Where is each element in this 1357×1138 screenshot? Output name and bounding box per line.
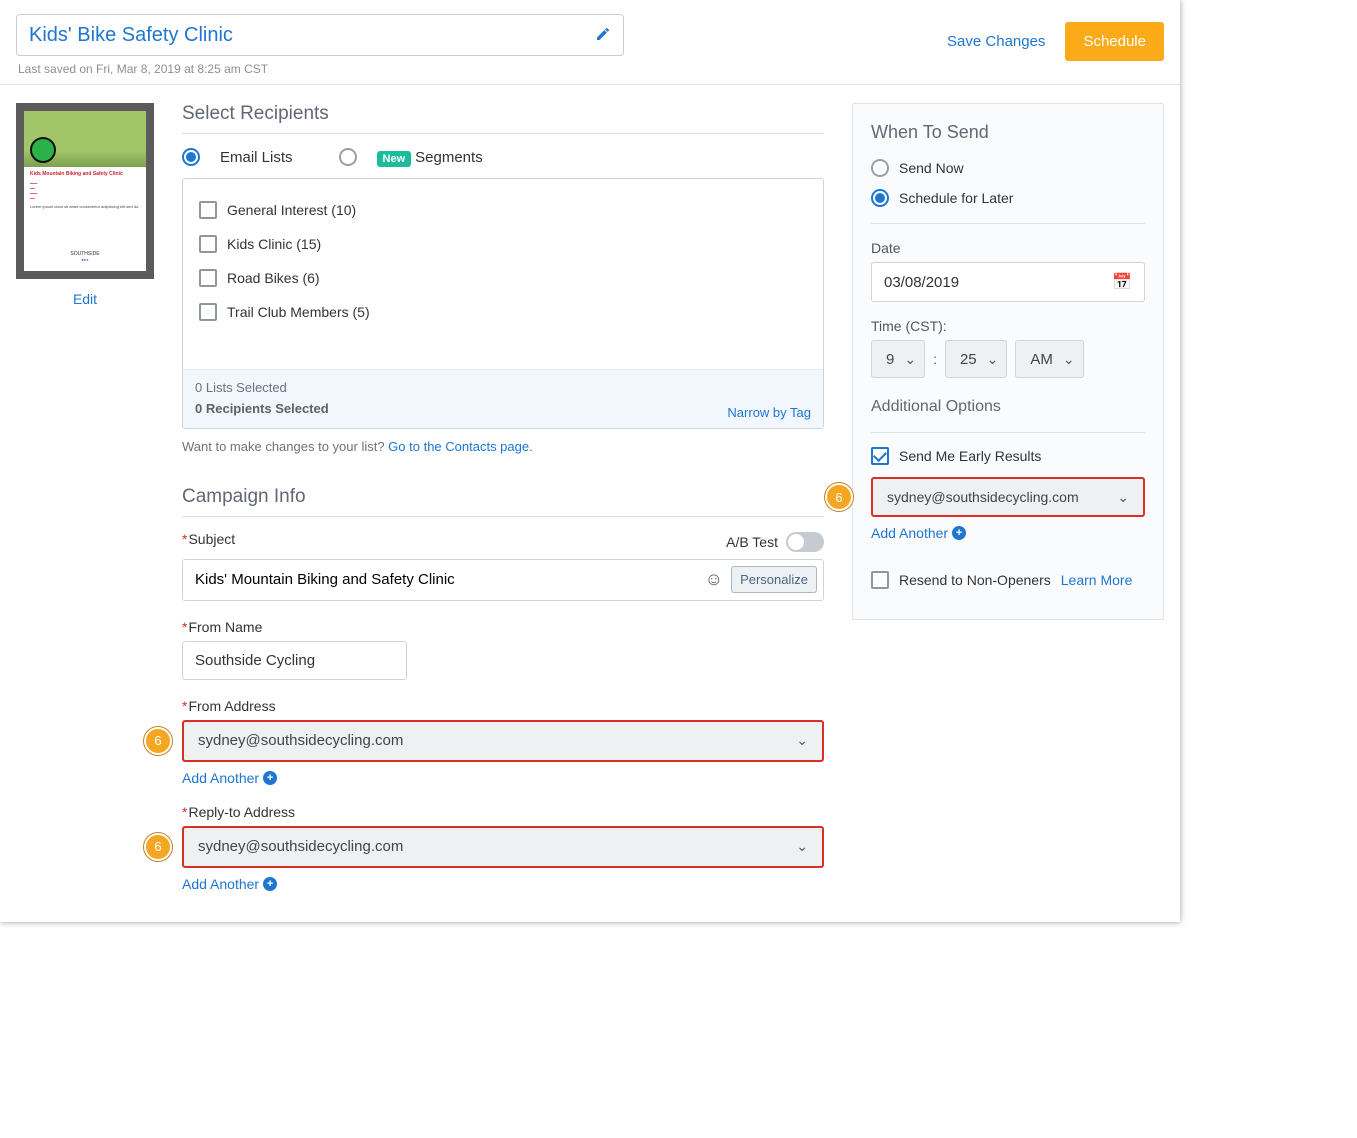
- calendar-icon: 📅: [1112, 272, 1132, 292]
- reply-to-select[interactable]: sydney@southsidecycling.com ⌄: [182, 826, 824, 868]
- chevron-down-icon: ⌄: [904, 351, 916, 368]
- time-label: Time (CST):: [871, 318, 1145, 334]
- send-now-label: Send Now: [899, 160, 964, 176]
- plus-circle-icon: +: [263, 877, 277, 891]
- campaign-info-heading: Campaign Info: [182, 486, 824, 517]
- list-checkbox[interactable]: [199, 269, 217, 287]
- personalize-button[interactable]: Personalize: [731, 566, 817, 593]
- early-results-email-select[interactable]: sydney@southsidecycling.com ⌄: [871, 477, 1145, 517]
- email-lists-box: General Interest (10) Kids Clinic (15) R…: [182, 178, 824, 429]
- early-results-label: Send Me Early Results: [899, 448, 1041, 464]
- additional-options-heading: Additional Options: [871, 398, 1145, 416]
- callout-badge-6: 6: [825, 483, 853, 511]
- list-checkbox[interactable]: [199, 201, 217, 219]
- when-to-send-heading: When To Send: [871, 122, 1145, 143]
- schedule-later-radio[interactable]: [871, 189, 889, 207]
- list-checkbox[interactable]: [199, 303, 217, 321]
- last-saved-text: Last saved on Fri, Mar 8, 2019 at 8:25 a…: [18, 62, 624, 76]
- thumbnail-hero-image: [24, 111, 146, 167]
- schedule-later-label: Schedule for Later: [899, 190, 1013, 206]
- chevron-down-icon: ⌄: [796, 838, 808, 855]
- ab-test-label: A/B Test: [726, 534, 778, 550]
- from-name-input[interactable]: [182, 641, 407, 680]
- learn-more-link[interactable]: Learn More: [1061, 572, 1133, 588]
- chevron-down-icon: ⌄: [1117, 489, 1129, 506]
- contacts-page-link[interactable]: Go to the Contacts page.: [388, 439, 533, 454]
- save-changes-link[interactable]: Save Changes: [947, 33, 1045, 50]
- hour-select[interactable]: 9 ⌄: [871, 340, 925, 378]
- campaign-title: Kids' Bike Safety Clinic: [29, 24, 233, 47]
- subject-input-wrap: ☺ Personalize: [182, 559, 824, 601]
- email-thumbnail[interactable]: Kids Mountain Biking and Safety Clinic ━…: [16, 103, 154, 279]
- from-address-label: From Address: [182, 698, 824, 714]
- list-checkbox[interactable]: [199, 235, 217, 253]
- chevron-down-icon: ⌄: [987, 351, 999, 368]
- add-another-reply-to[interactable]: Add Another +: [182, 876, 824, 892]
- emoji-icon[interactable]: ☺: [705, 569, 723, 590]
- resend-non-openers-checkbox[interactable]: [871, 571, 889, 589]
- minute-select[interactable]: 25 ⌄: [945, 340, 1007, 378]
- subject-input[interactable]: [195, 571, 697, 588]
- list-item[interactable]: General Interest (10): [193, 193, 813, 227]
- callout-badge-6: 6: [144, 833, 172, 861]
- reply-to-label: Reply-to Address: [182, 804, 824, 820]
- add-another-from-address[interactable]: Add Another +: [182, 770, 824, 786]
- when-to-send-panel: When To Send Send Now Schedule for Later…: [852, 103, 1164, 620]
- edit-link[interactable]: Edit: [16, 291, 154, 307]
- ab-test-toggle[interactable]: [786, 532, 824, 552]
- select-recipients-heading: Select Recipients: [182, 103, 824, 134]
- pencil-icon[interactable]: [595, 26, 611, 45]
- resend-non-openers-label: Resend to Non-Openers: [899, 572, 1051, 588]
- recipients-selected-text: 0 Recipients Selected: [195, 399, 329, 420]
- plus-circle-icon: +: [263, 771, 277, 785]
- segments-label: NewSegments: [377, 149, 483, 166]
- early-results-checkbox[interactable]: [871, 447, 889, 465]
- from-address-select[interactable]: sydney@southsidecycling.com ⌄: [182, 720, 824, 762]
- campaign-title-box[interactable]: Kids' Bike Safety Clinic: [16, 14, 624, 56]
- email-lists-radio[interactable]: [182, 148, 200, 166]
- callout-badge-6: 6: [144, 727, 172, 755]
- plus-circle-icon: +: [952, 526, 966, 540]
- add-another-early-results[interactable]: Add Another +: [871, 525, 1145, 541]
- chevron-down-icon: ⌄: [1063, 351, 1075, 368]
- schedule-button[interactable]: Schedule: [1065, 22, 1164, 61]
- lists-selected-text: 0 Lists Selected: [195, 378, 329, 399]
- from-name-label: From Name: [182, 619, 824, 635]
- email-lists-label: Email Lists: [220, 149, 293, 166]
- chevron-down-icon: ⌄: [796, 732, 808, 749]
- subject-label: Subject: [182, 531, 235, 547]
- list-item[interactable]: Road Bikes (6): [193, 261, 813, 295]
- new-badge: New: [377, 151, 412, 167]
- date-input[interactable]: 03/08/2019 📅: [871, 262, 1145, 302]
- list-item[interactable]: Kids Clinic (15): [193, 227, 813, 261]
- segments-radio[interactable]: [339, 148, 357, 166]
- send-now-radio[interactable]: [871, 159, 889, 177]
- contacts-hint: Want to make changes to your list? Go to…: [182, 439, 824, 454]
- list-item[interactable]: Trail Club Members (5): [193, 295, 813, 329]
- date-label: Date: [871, 240, 1145, 256]
- narrow-by-tag-link[interactable]: Narrow by Tag: [727, 405, 811, 420]
- ampm-select[interactable]: AM ⌄: [1015, 340, 1083, 378]
